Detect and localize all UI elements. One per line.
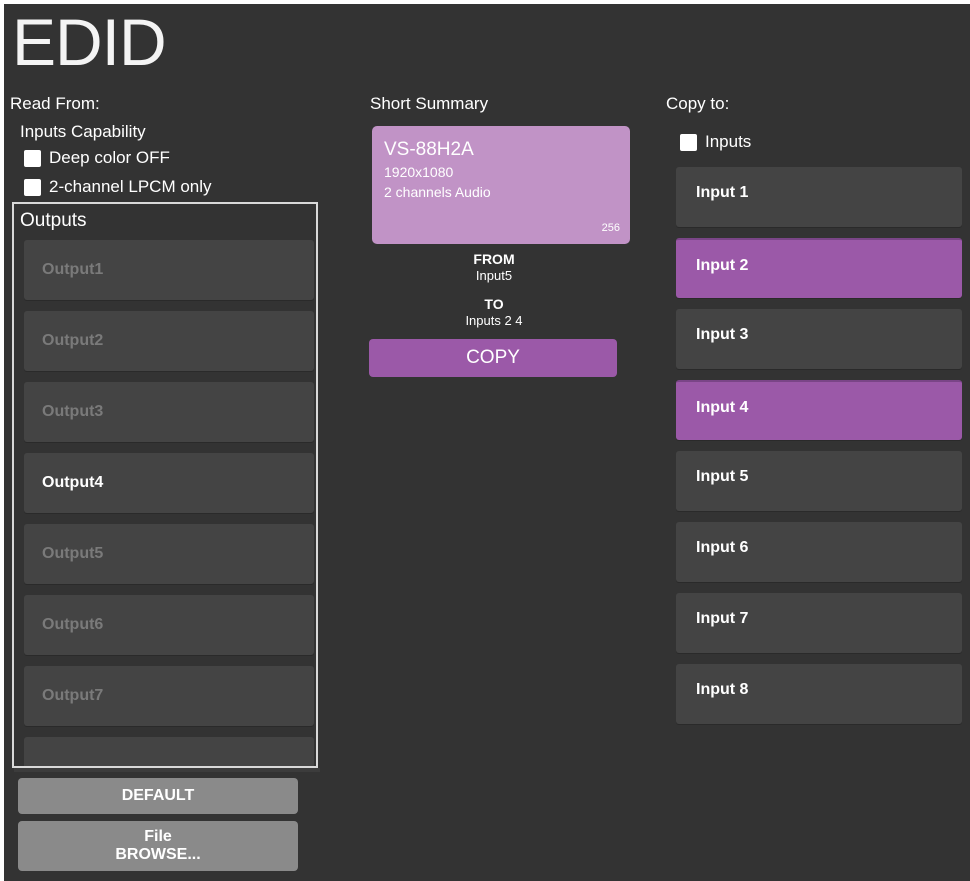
outputs-panel: Outputs Output1 Output2 Output3 Output4 …	[12, 202, 318, 768]
page-title: EDID	[12, 5, 167, 79]
summary-resolution: 1920x1080	[384, 164, 454, 180]
summary-device-name: VS-88H2A	[384, 139, 474, 160]
to-label: TO	[484, 296, 504, 312]
deep-color-option[interactable]: Deep color OFF	[24, 148, 170, 168]
edid-page: EDID Read From: Inputs Capability Deep c…	[4, 4, 970, 881]
file-button-line1: File	[144, 828, 172, 845]
input-item-4[interactable]: Input 4	[676, 380, 962, 440]
from-label: FROM	[473, 251, 515, 267]
input-item-7[interactable]: Input 7	[676, 593, 962, 653]
default-button-label: DEFAULT	[121, 787, 195, 804]
copy-button-label: COPY	[466, 347, 520, 368]
inputs-list: Input 1 Input 2 Input 3 Input 4 Input 5 …	[676, 167, 962, 735]
file-button-line2: BROWSE...	[115, 846, 201, 863]
input-item-5[interactable]: Input 5	[676, 451, 962, 511]
outputs-scrollbar[interactable]	[14, 768, 320, 772]
output-item-7[interactable]: Output7	[24, 666, 314, 726]
short-summary-label: Short Summary	[370, 94, 489, 113]
input-item-6[interactable]: Input 6	[676, 522, 962, 582]
output-item-4[interactable]: Output4	[24, 453, 314, 513]
summary-audio: 2 channels Audio	[384, 184, 491, 200]
all-inputs-option[interactable]: Inputs	[680, 132, 751, 152]
lpcm-label: 2-channel LPCM only	[49, 177, 212, 196]
output-item-6[interactable]: Output6	[24, 595, 314, 655]
summary-size: 256	[601, 222, 620, 234]
input-item-8[interactable]: Input 8	[676, 664, 962, 724]
lpcm-option[interactable]: 2-channel LPCM only	[24, 177, 212, 197]
output-item-8[interactable]	[24, 737, 314, 766]
default-button[interactable]: DEFAULT	[18, 778, 298, 814]
file-browse-button[interactable]: File BROWSE...	[18, 821, 298, 871]
read-from-label: Read From:	[10, 94, 100, 113]
deep-color-checkbox[interactable]	[24, 149, 41, 167]
copy-button[interactable]: COPY	[369, 339, 617, 377]
copy-to-label: Copy to:	[666, 94, 730, 113]
inputs-capability-label: Inputs Capability	[20, 122, 146, 141]
output-item-5[interactable]: Output5	[24, 524, 314, 584]
outputs-title: Outputs	[20, 210, 87, 231]
input-item-3[interactable]: Input 3	[676, 309, 962, 369]
all-inputs-checkbox[interactable]	[680, 133, 697, 151]
to-value: Inputs 2 4	[465, 313, 523, 328]
input-item-2[interactable]: Input 2	[676, 238, 962, 298]
output-item-2[interactable]: Output2	[24, 311, 314, 371]
input-item-1[interactable]: Input 1	[676, 167, 962, 227]
deep-color-label: Deep color OFF	[49, 148, 170, 167]
outputs-list: Output1 Output2 Output3 Output4 Output5 …	[24, 240, 314, 766]
output-item-3[interactable]: Output3	[24, 382, 314, 442]
lpcm-checkbox[interactable]	[24, 178, 41, 196]
summary-card: VS-88H2A 1920x1080 2 channels Audio 256	[372, 126, 630, 244]
from-value: Input5	[475, 268, 513, 283]
output-item-1[interactable]: Output1	[24, 240, 314, 300]
all-inputs-label: Inputs	[705, 132, 752, 151]
